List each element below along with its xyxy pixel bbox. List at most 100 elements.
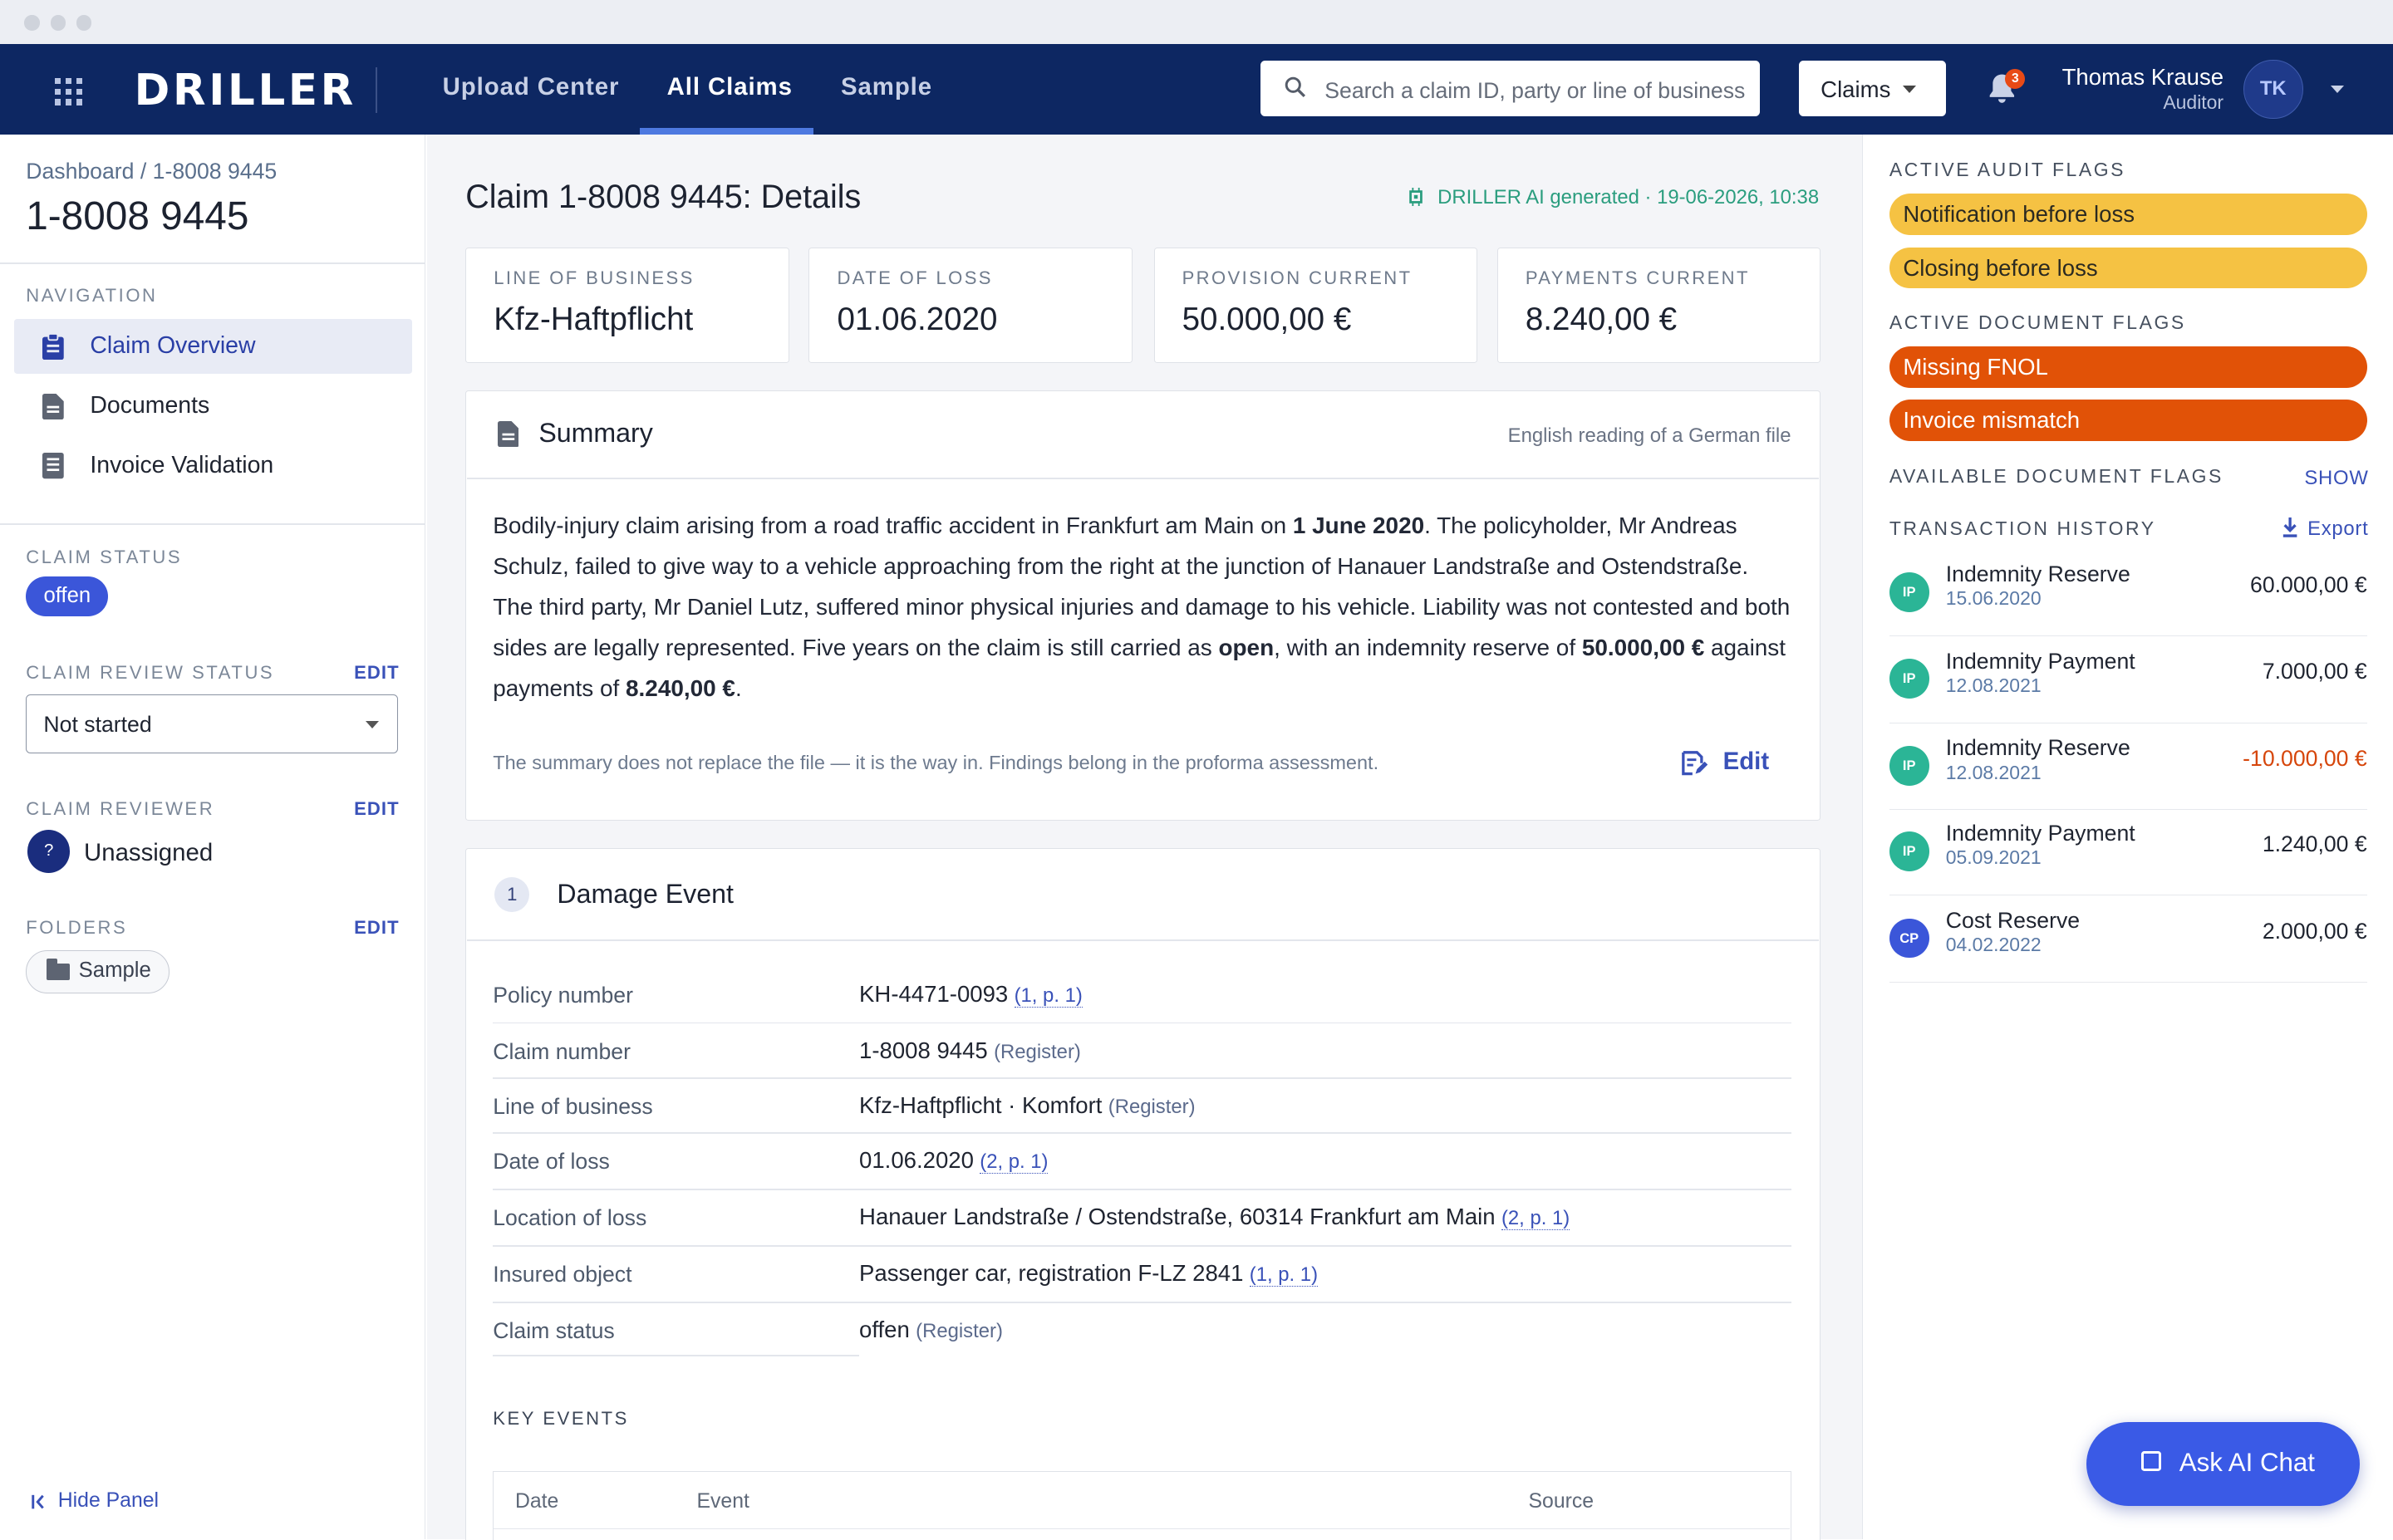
search-scope-select[interactable]: Claims (1799, 61, 1946, 116)
reviewer-name: Unassigned (84, 839, 214, 867)
user-name: Thomas Krause (2061, 64, 2224, 91)
transaction-history-label: TRANSACTION HISTORY (1889, 517, 2156, 539)
transaction-item[interactable]: IP Indemnity Reserve 12.08.2021 -10.000,… (1889, 723, 2367, 811)
transaction-item[interactable]: IP Indemnity Payment 12.08.2021 7.000,00… (1889, 636, 2367, 723)
divider (0, 522, 426, 525)
hide-panel-button[interactable]: Hide Panel (58, 1489, 159, 1513)
folder-chip[interactable]: Sample (26, 950, 170, 993)
source-label: (Register) (1108, 1096, 1196, 1119)
edit-review-status-button[interactable]: EDIT (354, 662, 400, 684)
invoice-icon (42, 453, 65, 479)
folders-label: FOLDERS (26, 916, 128, 938)
ai-chip-icon (1409, 187, 1423, 206)
nav-tab-upload-center[interactable]: Upload Center (443, 73, 620, 101)
detail-value: Kfz-Haftpflicht · Komfort (Register) (859, 1092, 1196, 1119)
logo[interactable]: DRILLER (135, 66, 356, 115)
transaction-type-badge: CP (1889, 918, 1929, 959)
search-input[interactable]: Search a claim ID, party or line of busi… (1260, 61, 1760, 116)
summary-footnote: The summary does not replace the file — … (493, 752, 1379, 774)
ask-ai-chat-label: Ask AI Chat (2179, 1448, 2315, 1478)
kpi-card-payments-current: PAYMENTS CURRENT 8.240,00 € (1496, 247, 1821, 364)
app-grid-icon[interactable] (55, 77, 83, 105)
source-reference-link[interactable]: (2, p. 1) (1501, 1207, 1570, 1231)
audit-flag[interactable]: Notification before loss (1889, 194, 2367, 235)
kpi-label: PAYMENTS CURRENT (1525, 267, 1750, 289)
user-role: Auditor (2163, 91, 2224, 114)
detail-key: Claim status (493, 1317, 615, 1343)
divider (467, 477, 1820, 479)
download-icon (2282, 517, 2297, 537)
export-button[interactable]: Export (2307, 517, 2368, 541)
column-header-source[interactable]: Source (1529, 1490, 1595, 1513)
document-flag[interactable]: Invoice mismatch (1889, 400, 2367, 441)
kpi-label: PROVISION CURRENT (1182, 267, 1413, 289)
source-reference-link[interactable]: (2, p. 1) (980, 1150, 1049, 1175)
detail-row-line-of-business: Line of business Kfz-Haftpflicht · Komfo… (493, 1079, 1791, 1135)
source-label: (Register) (994, 1040, 1081, 1063)
transaction-amount: -10.000,00 € (2243, 746, 2367, 772)
transaction-item[interactable]: IP Indemnity Reserve 15.06.2020 60.000,0… (1889, 549, 2367, 636)
document-flag[interactable]: Missing FNOL (1889, 346, 2367, 388)
reviewer-avatar: ? (27, 830, 71, 873)
sidebar-item-invoice-validation[interactable]: Invoice Validation (14, 438, 412, 493)
search-icon (1285, 76, 1306, 97)
transaction-date: 12.08.2021 (1945, 674, 2042, 696)
key-events-label: KEY EVENTS (493, 1408, 629, 1430)
ask-ai-chat-button[interactable]: Ask AI Chat (2086, 1421, 2360, 1506)
transaction-item[interactable]: CP Cost Reserve 04.02.2022 2.000,00 € (1889, 895, 2367, 983)
detail-row-insured-object: Insured object Passenger car, registrati… (493, 1247, 1791, 1303)
review-status-select[interactable]: Not started (26, 694, 399, 754)
column-header-date[interactable]: Date (515, 1490, 558, 1513)
top-navigation-bar (0, 44, 2393, 135)
kpi-value: 50.000,00 € (1182, 301, 1352, 337)
source-reference-link[interactable]: (1, p. 1) (1014, 983, 1083, 1008)
breadcrumb[interactable]: Dashboard / 1-8008 9445 (26, 159, 277, 184)
source-reference-link[interactable]: (1, p. 1) (1249, 1263, 1319, 1287)
sidebar-item-claim-overview[interactable]: Claim Overview (13, 318, 412, 374)
edit-summary-button[interactable]: Edit (1723, 748, 1769, 776)
nav-tab-sample[interactable]: Sample (841, 73, 932, 101)
divider (0, 262, 426, 264)
detail-key: Policy number (493, 982, 633, 1008)
damage-event-title: Damage Event (557, 878, 734, 909)
detail-key: Claim number (493, 1038, 631, 1064)
kpi-card-provision-current: PROVISION CURRENT 50.000,00 € (1153, 247, 1477, 364)
transaction-date: 05.09.2021 (1945, 846, 2042, 869)
user-menu-chevron-icon[interactable] (2330, 85, 2344, 93)
window-chrome (0, 0, 2393, 45)
row-divider (493, 1354, 860, 1356)
detail-key: Date of loss (493, 1149, 610, 1175)
nav-tab-all-claims[interactable]: All Claims (667, 73, 793, 101)
document-flags-label: ACTIVE DOCUMENT FLAGS (1889, 311, 2186, 333)
detail-row-claim-status: Claim status offen (Register) (493, 1303, 1791, 1360)
transaction-item[interactable]: IP Indemnity Payment 05.09.2021 1.240,00… (1889, 808, 2367, 896)
chevron-down-icon (365, 720, 379, 728)
detail-value: Passenger car, registration F-LZ 2841 (1,… (859, 1260, 1319, 1287)
edit-reviewer-button[interactable]: EDIT (354, 798, 400, 820)
window-dot (76, 15, 92, 31)
sidebar-item-documents[interactable]: Documents (14, 379, 412, 434)
detail-row-claim-number: Claim number 1-8008 9445 (Register) (493, 1023, 1791, 1080)
transaction-date: 12.08.2021 (1945, 761, 2042, 783)
audit-flag[interactable]: Closing before loss (1889, 247, 2367, 289)
active-tab-indicator (639, 128, 813, 135)
kpi-label: DATE OF LOSS (837, 267, 993, 289)
detail-value: offen (Register) (859, 1317, 1003, 1343)
detail-value: 01.06.2020 (2, p. 1) (859, 1147, 1049, 1175)
show-available-flags-button[interactable]: SHOW (2304, 467, 2368, 490)
collapse-icon (32, 1494, 44, 1509)
user-avatar[interactable]: TK (2243, 59, 2303, 120)
detail-value: Hanauer Landstraße / Ostendstraße, 60314… (859, 1204, 1570, 1231)
transaction-amount: 7.000,00 € (2262, 659, 2367, 684)
kpi-card-line-of-business: LINE OF BUSINESS Kfz-Haftpflicht (465, 247, 789, 364)
document-icon (42, 393, 65, 420)
summary-text: Bodily-injury claim arising from a road … (493, 512, 1791, 702)
divider (494, 1528, 1790, 1530)
column-header-event[interactable]: Event (697, 1490, 749, 1513)
review-status-value: Not started (43, 711, 152, 737)
transaction-amount: 60.000,00 € (2250, 571, 2367, 597)
detail-row-date-of-loss: Date of loss 01.06.2020 (2, p. 1) (493, 1134, 1791, 1190)
edit-folders-button[interactable]: EDIT (354, 917, 400, 939)
ai-generated-note: DRILLER AI generated · 19-06-2026, 10:38 (1437, 186, 1820, 209)
document-icon (497, 420, 519, 448)
